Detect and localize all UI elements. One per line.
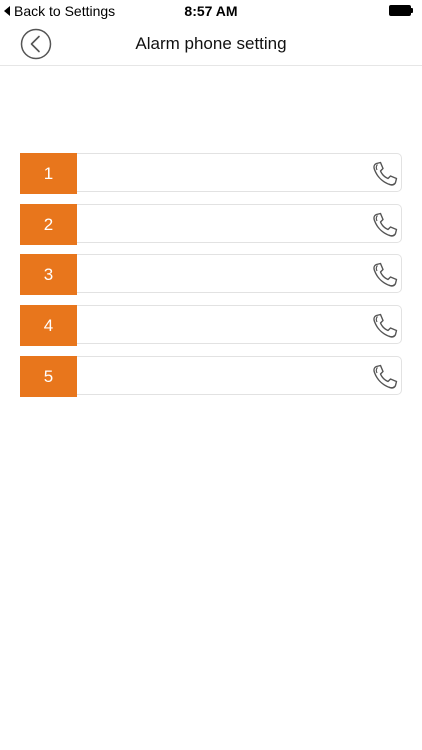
phone-handset-icon[interactable] <box>370 159 400 189</box>
slot-number-badge: 1 <box>20 153 77 194</box>
battery-icon <box>389 5 413 16</box>
slot-number-badge: 5 <box>20 356 77 397</box>
phone-handset-icon[interactable] <box>370 210 400 240</box>
phone-number-input[interactable] <box>83 357 367 396</box>
status-time: 8:57 AM <box>184 3 238 19</box>
phone-handset-icon[interactable] <box>370 260 400 290</box>
page-title: Alarm phone setting <box>135 34 287 53</box>
phone-handset-icon[interactable] <box>370 362 400 392</box>
phone-slot-row: 4 <box>20 305 402 346</box>
phone-handset-icon[interactable] <box>370 311 400 341</box>
phone-slot-row: 2 <box>20 204 402 245</box>
slot-number-badge: 2 <box>20 204 77 245</box>
phone-number-input[interactable] <box>83 255 367 294</box>
slot-number-badge: 3 <box>20 254 77 295</box>
alarm-phone-list: 1 2 3 4 5 <box>20 153 402 407</box>
slot-number-badge: 4 <box>20 305 77 346</box>
phone-number-input[interactable] <box>83 205 367 244</box>
phone-slot-row: 3 <box>20 254 402 295</box>
navigation-bar: Alarm phone setting <box>0 22 422 66</box>
status-bar: Back to Settings 8:57 AM <box>0 0 422 22</box>
phone-slot-row: 1 <box>20 153 402 194</box>
phone-number-input[interactable] <box>83 306 367 345</box>
phone-slot-row: 5 <box>20 356 402 397</box>
phone-number-input[interactable] <box>83 154 367 193</box>
